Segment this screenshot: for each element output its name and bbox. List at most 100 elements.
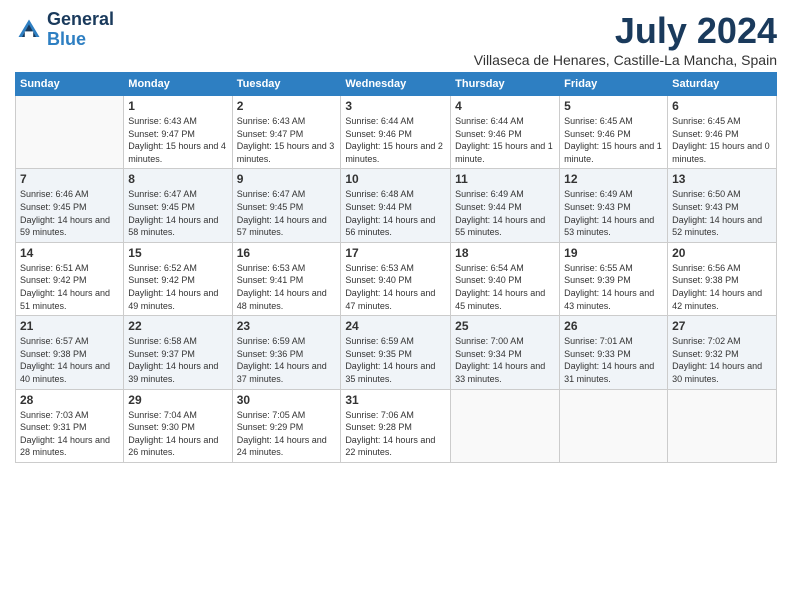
header: General Blue July 2024 Villaseca de Hena… — [15, 10, 777, 68]
day-number: 18 — [455, 246, 555, 260]
header-wednesday: Wednesday — [341, 73, 451, 96]
day-number: 21 — [20, 319, 119, 333]
day-number: 9 — [237, 172, 337, 186]
day-info: Sunrise: 6:55 AMSunset: 9:39 PMDaylight:… — [564, 262, 663, 312]
day-info: Sunrise: 7:04 AMSunset: 9:30 PMDaylight:… — [128, 409, 227, 459]
title-section: July 2024 Villaseca de Henares, Castille… — [474, 10, 777, 68]
day-info: Sunrise: 6:57 AMSunset: 9:38 PMDaylight:… — [20, 335, 119, 385]
day-info: Sunrise: 6:53 AMSunset: 9:41 PMDaylight:… — [237, 262, 337, 312]
day-number: 23 — [237, 319, 337, 333]
cell-week3-day0: 14Sunrise: 6:51 AMSunset: 9:42 PMDayligh… — [16, 242, 124, 315]
header-saturday: Saturday — [668, 73, 777, 96]
cell-week3-day5: 19 Sunrise: 6:55 AMSunset: 9:39 PMDayligh… — [560, 242, 668, 315]
day-number: 25 — [455, 319, 555, 333]
cell-week4-day0: 21 Sunrise: 6:57 AMSunset: 9:38 PMDayligh… — [16, 316, 124, 389]
cell-week2-day3: 10 Sunrise: 6:48 AMSunset: 9:44 PMDayligh… — [341, 169, 451, 242]
day-number: 26 — [564, 319, 663, 333]
day-number: 4 — [455, 99, 555, 113]
day-number: 15 — [128, 246, 227, 260]
day-number: 6 — [672, 99, 772, 113]
page: General Blue July 2024 Villaseca de Hena… — [0, 0, 792, 612]
main-title: July 2024 — [474, 10, 777, 52]
day-info: Sunrise: 7:05 AMSunset: 9:29 PMDaylight:… — [237, 409, 337, 459]
header-tuesday: Tuesday — [232, 73, 341, 96]
day-number: 19 — [564, 246, 663, 260]
cell-week4-day4: 25 Sunrise: 7:00 AMSunset: 9:34 PMDayligh… — [451, 316, 560, 389]
day-number: 27 — [672, 319, 772, 333]
week-row-2: 7 Sunrise: 6:46 AMSunset: 9:45 PMDaylight… — [16, 169, 777, 242]
cell-week2-day6: 13 Sunrise: 6:50 AMSunset: 9:43 PMDayligh… — [668, 169, 777, 242]
logo-icon — [15, 16, 43, 44]
cell-week5-day2: 30 Sunrise: 7:05 AMSunset: 9:29 PMDayligh… — [232, 389, 341, 462]
day-info: Sunrise: 7:02 AMSunset: 9:32 PMDaylight:… — [672, 335, 772, 385]
cell-week4-day5: 26Sunrise: 7:01 AMSunset: 9:33 PMDayligh… — [560, 316, 668, 389]
cell-week5-day6 — [668, 389, 777, 462]
day-number: 20 — [672, 246, 772, 260]
cell-week3-day1: 15 Sunrise: 6:52 AMSunset: 9:42 PMDayligh… — [124, 242, 232, 315]
logo-text: General Blue — [47, 10, 114, 50]
day-number: 17 — [345, 246, 446, 260]
day-number: 29 — [128, 393, 227, 407]
cell-week5-day4 — [451, 389, 560, 462]
day-info: Sunrise: 6:53 AMSunset: 9:40 PMDaylight:… — [345, 262, 446, 312]
cell-week1-day0 — [16, 96, 124, 169]
cell-week3-day2: 16Sunrise: 6:53 AMSunset: 9:41 PMDayligh… — [232, 242, 341, 315]
calendar-table: Sunday Monday Tuesday Wednesday Thursday… — [15, 72, 777, 463]
cell-week2-day5: 12Sunrise: 6:49 AMSunset: 9:43 PMDayligh… — [560, 169, 668, 242]
day-number: 14 — [20, 246, 119, 260]
day-number: 22 — [128, 319, 227, 333]
day-info: Sunrise: 6:48 AMSunset: 9:44 PMDaylight:… — [345, 188, 446, 238]
logo-line2: Blue — [47, 30, 114, 50]
day-number: 30 — [237, 393, 337, 407]
day-info: Sunrise: 6:45 AMSunset: 9:46 PMDaylight:… — [564, 115, 663, 165]
cell-week4-day3: 24 Sunrise: 6:59 AMSunset: 9:35 PMDayligh… — [341, 316, 451, 389]
day-info: Sunrise: 7:06 AMSunset: 9:28 PMDaylight:… — [345, 409, 446, 459]
day-number: 7 — [20, 172, 119, 186]
day-number: 11 — [455, 172, 555, 186]
day-number: 5 — [564, 99, 663, 113]
day-info: Sunrise: 7:00 AMSunset: 9:34 PMDaylight:… — [455, 335, 555, 385]
day-info: Sunrise: 6:47 AMSunset: 9:45 PMDaylight:… — [237, 188, 337, 238]
week-row-1: 1Sunrise: 6:43 AMSunset: 9:47 PMDaylight… — [16, 96, 777, 169]
cell-week4-day2: 23 Sunrise: 6:59 AMSunset: 9:36 PMDayligh… — [232, 316, 341, 389]
header-monday: Monday — [124, 73, 232, 96]
day-info: Sunrise: 6:49 AMSunset: 9:43 PMDaylight:… — [564, 188, 663, 238]
day-number: 31 — [345, 393, 446, 407]
cell-week5-day5 — [560, 389, 668, 462]
day-info: Sunrise: 6:44 AMSunset: 9:46 PMDaylight:… — [345, 115, 446, 165]
day-info: Sunrise: 6:43 AMSunset: 9:47 PMDaylight:… — [128, 115, 227, 165]
cell-week1-day2: 2Sunrise: 6:43 AMSunset: 9:47 PMDaylight… — [232, 96, 341, 169]
cell-week1-day1: 1Sunrise: 6:43 AMSunset: 9:47 PMDaylight… — [124, 96, 232, 169]
cell-week3-day4: 18Sunrise: 6:54 AMSunset: 9:40 PMDayligh… — [451, 242, 560, 315]
cell-week2-day4: 11 Sunrise: 6:49 AMSunset: 9:44 PMDayligh… — [451, 169, 560, 242]
logo-line1: General — [47, 10, 114, 30]
day-info: Sunrise: 6:47 AMSunset: 9:45 PMDaylight:… — [128, 188, 227, 238]
day-info: Sunrise: 6:49 AMSunset: 9:44 PMDaylight:… — [455, 188, 555, 238]
header-friday: Friday — [560, 73, 668, 96]
cell-week2-day1: 8 Sunrise: 6:47 AMSunset: 9:45 PMDaylight… — [124, 169, 232, 242]
day-info: Sunrise: 6:44 AMSunset: 9:46 PMDaylight:… — [455, 115, 555, 165]
day-info: Sunrise: 6:58 AMSunset: 9:37 PMDaylight:… — [128, 335, 227, 385]
cell-week3-day6: 20 Sunrise: 6:56 AMSunset: 9:38 PMDayligh… — [668, 242, 777, 315]
header-sunday: Sunday — [16, 73, 124, 96]
day-info: Sunrise: 6:56 AMSunset: 9:38 PMDaylight:… — [672, 262, 772, 312]
day-number: 3 — [345, 99, 446, 113]
day-number: 2 — [237, 99, 337, 113]
day-info: Sunrise: 6:59 AMSunset: 9:36 PMDaylight:… — [237, 335, 337, 385]
day-number: 13 — [672, 172, 772, 186]
cell-week5-day1: 29 Sunrise: 7:04 AMSunset: 9:30 PMDayligh… — [124, 389, 232, 462]
day-number: 24 — [345, 319, 446, 333]
cell-week1-day5: 5 Sunrise: 6:45 AMSunset: 9:46 PMDaylight… — [560, 96, 668, 169]
cell-week2-day0: 7 Sunrise: 6:46 AMSunset: 9:45 PMDaylight… — [16, 169, 124, 242]
day-number: 28 — [20, 393, 119, 407]
cell-week4-day1: 22 Sunrise: 6:58 AMSunset: 9:37 PMDayligh… — [124, 316, 232, 389]
day-info: Sunrise: 7:03 AMSunset: 9:31 PMDaylight:… — [20, 409, 119, 459]
header-thursday: Thursday — [451, 73, 560, 96]
day-info: Sunrise: 6:52 AMSunset: 9:42 PMDaylight:… — [128, 262, 227, 312]
day-info: Sunrise: 6:50 AMSunset: 9:43 PMDaylight:… — [672, 188, 772, 238]
day-number: 8 — [128, 172, 227, 186]
cell-week1-day6: 6Sunrise: 6:45 AMSunset: 9:46 PMDaylight… — [668, 96, 777, 169]
day-info: Sunrise: 6:59 AMSunset: 9:35 PMDaylight:… — [345, 335, 446, 385]
day-number: 10 — [345, 172, 446, 186]
day-info: Sunrise: 6:46 AMSunset: 9:45 PMDaylight:… — [20, 188, 119, 238]
